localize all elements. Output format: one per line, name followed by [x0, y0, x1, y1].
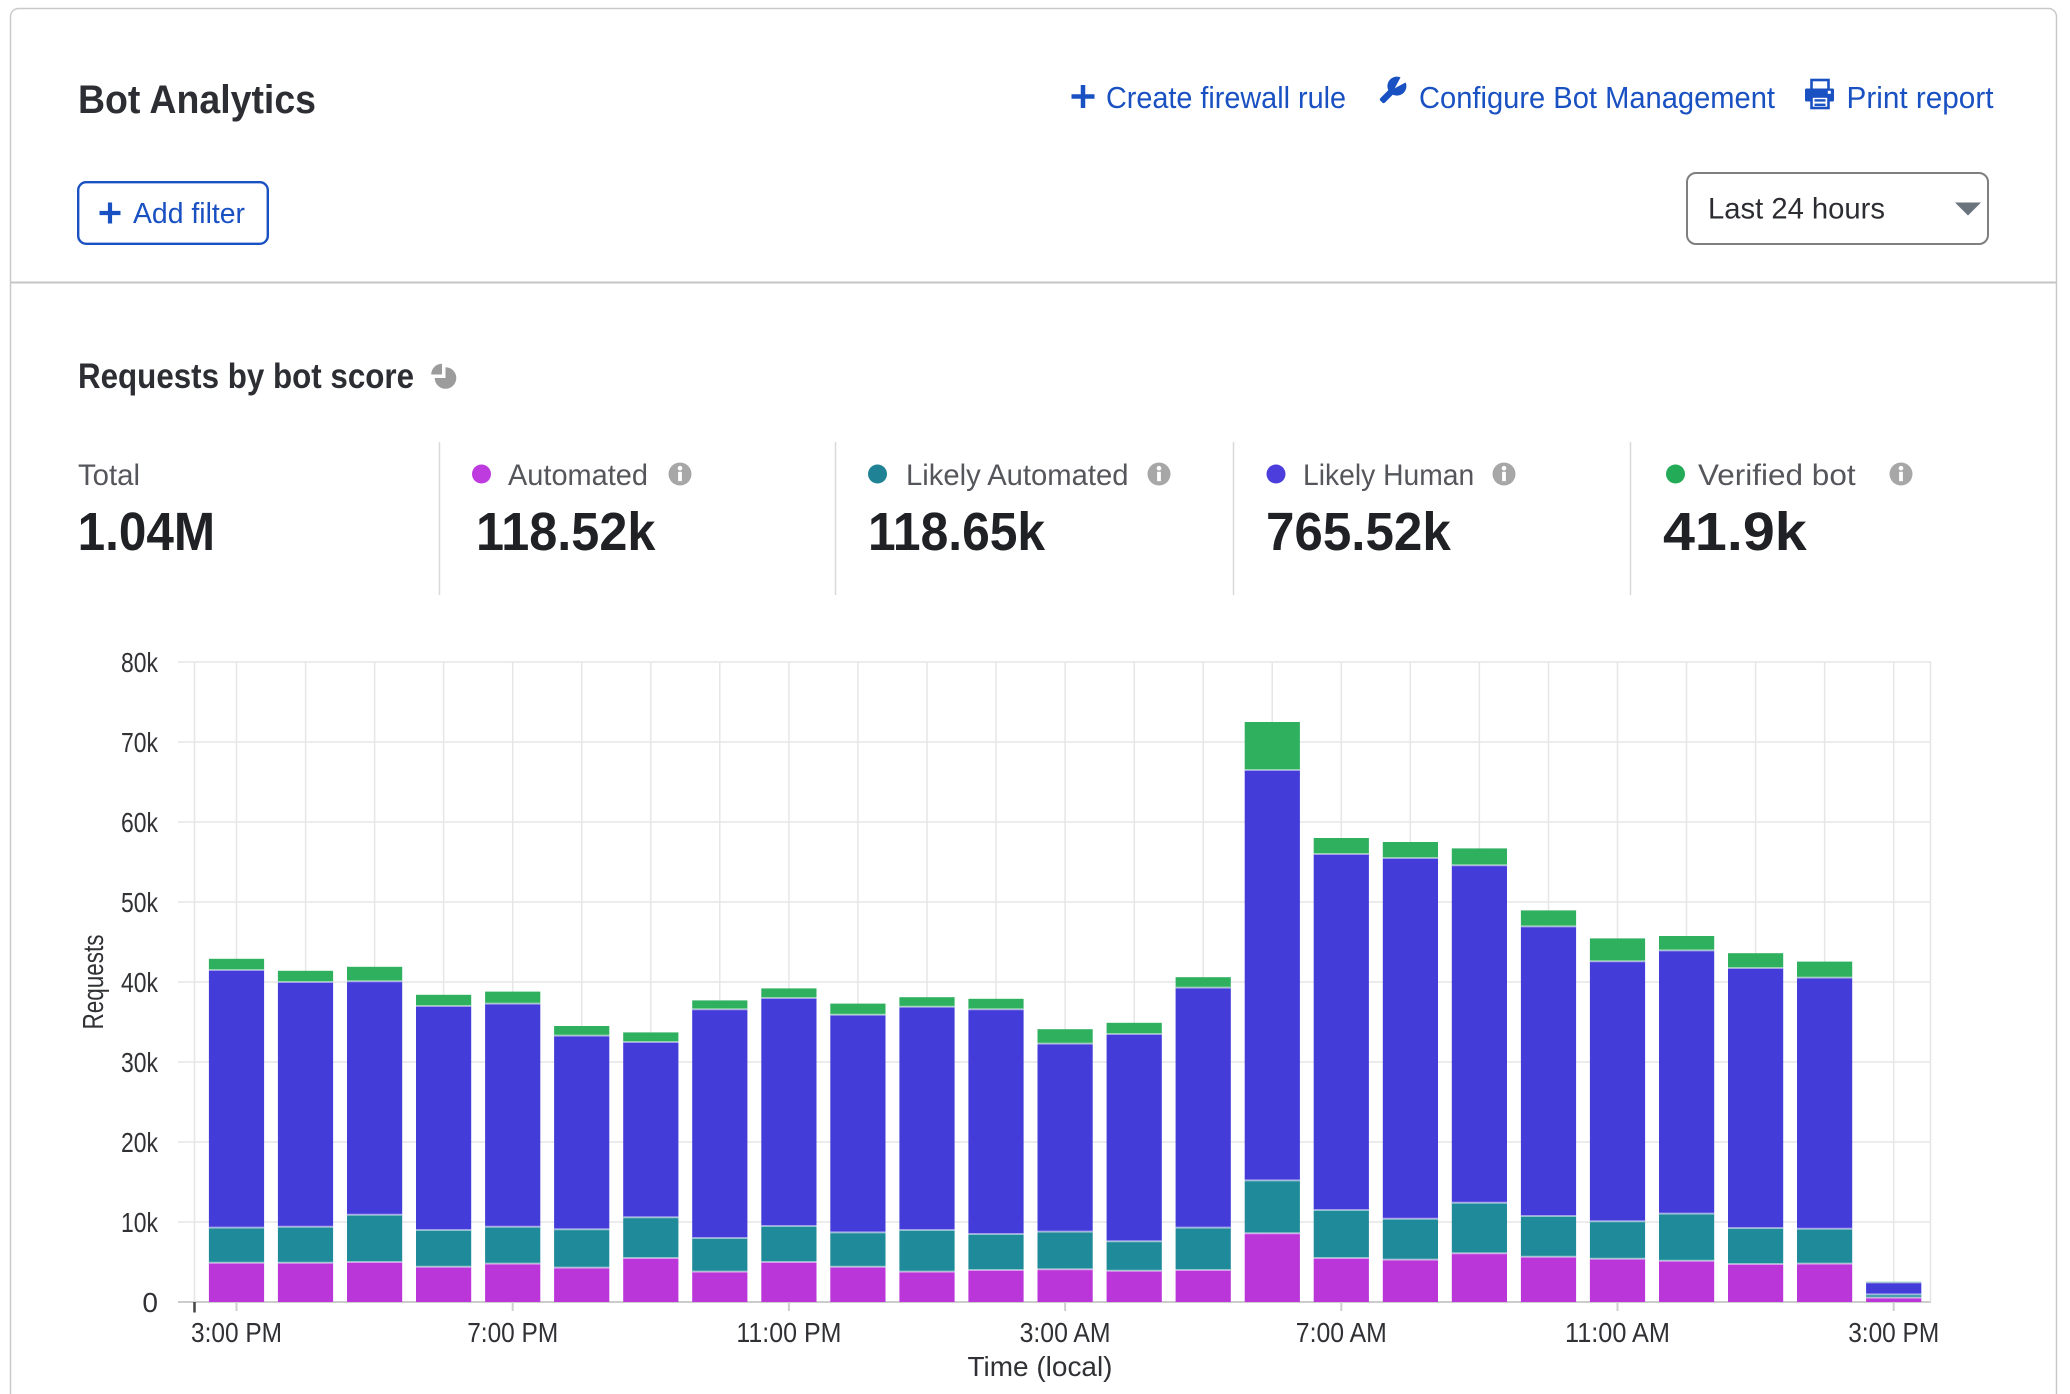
svg-text:70k: 70k [121, 727, 159, 758]
svg-text:11:00 PM: 11:00 PM [736, 1317, 841, 1348]
svg-text:118.52k: 118.52k [476, 502, 656, 562]
svg-text:Time (local): Time (local) [968, 1351, 1113, 1382]
svg-text:30k: 30k [121, 1047, 159, 1078]
svg-text:7:00 AM: 7:00 AM [1296, 1317, 1387, 1348]
svg-text:7:00 PM: 7:00 PM [467, 1317, 558, 1348]
svg-text:Print report: Print report [1847, 80, 1994, 115]
svg-text:Create firewall rule: Create firewall rule [1106, 80, 1346, 115]
svg-text:1.04M: 1.04M [78, 502, 216, 562]
svg-text:60k: 60k [121, 807, 159, 838]
svg-text:Bot Analytics: Bot Analytics [78, 78, 316, 122]
svg-text:10k: 10k [121, 1207, 159, 1238]
svg-text:0: 0 [142, 1287, 158, 1318]
svg-text:80k: 80k [121, 647, 159, 678]
svg-text:Add filter: Add filter [133, 198, 245, 230]
svg-text:Configure Bot Management: Configure Bot Management [1419, 80, 1775, 115]
svg-text:Automated: Automated [508, 459, 648, 492]
svg-text:3:00 PM: 3:00 PM [1848, 1317, 1939, 1348]
svg-text:40k: 40k [121, 967, 159, 998]
svg-text:765.52k: 765.52k [1266, 502, 1452, 562]
svg-text:3:00 AM: 3:00 AM [1020, 1317, 1111, 1348]
svg-text:50k: 50k [121, 887, 159, 918]
svg-text:Last 24 hours: Last 24 hours [1708, 193, 1885, 226]
svg-text:11:00 AM: 11:00 AM [1565, 1317, 1670, 1348]
svg-text:3:00 PM: 3:00 PM [191, 1317, 282, 1348]
svg-text:118.65k: 118.65k [868, 502, 1046, 562]
svg-text:Requests: Requests [78, 935, 110, 1030]
svg-text:Verified bot: Verified bot [1698, 459, 1856, 492]
svg-text:41.9k: 41.9k [1663, 502, 1808, 562]
svg-text:Likely Human: Likely Human [1303, 459, 1474, 492]
svg-text:Requests by bot score: Requests by bot score [78, 357, 414, 396]
svg-text:Total: Total [78, 459, 140, 492]
svg-text:Likely Automated: Likely Automated [906, 459, 1129, 492]
svg-text:20k: 20k [121, 1127, 159, 1158]
